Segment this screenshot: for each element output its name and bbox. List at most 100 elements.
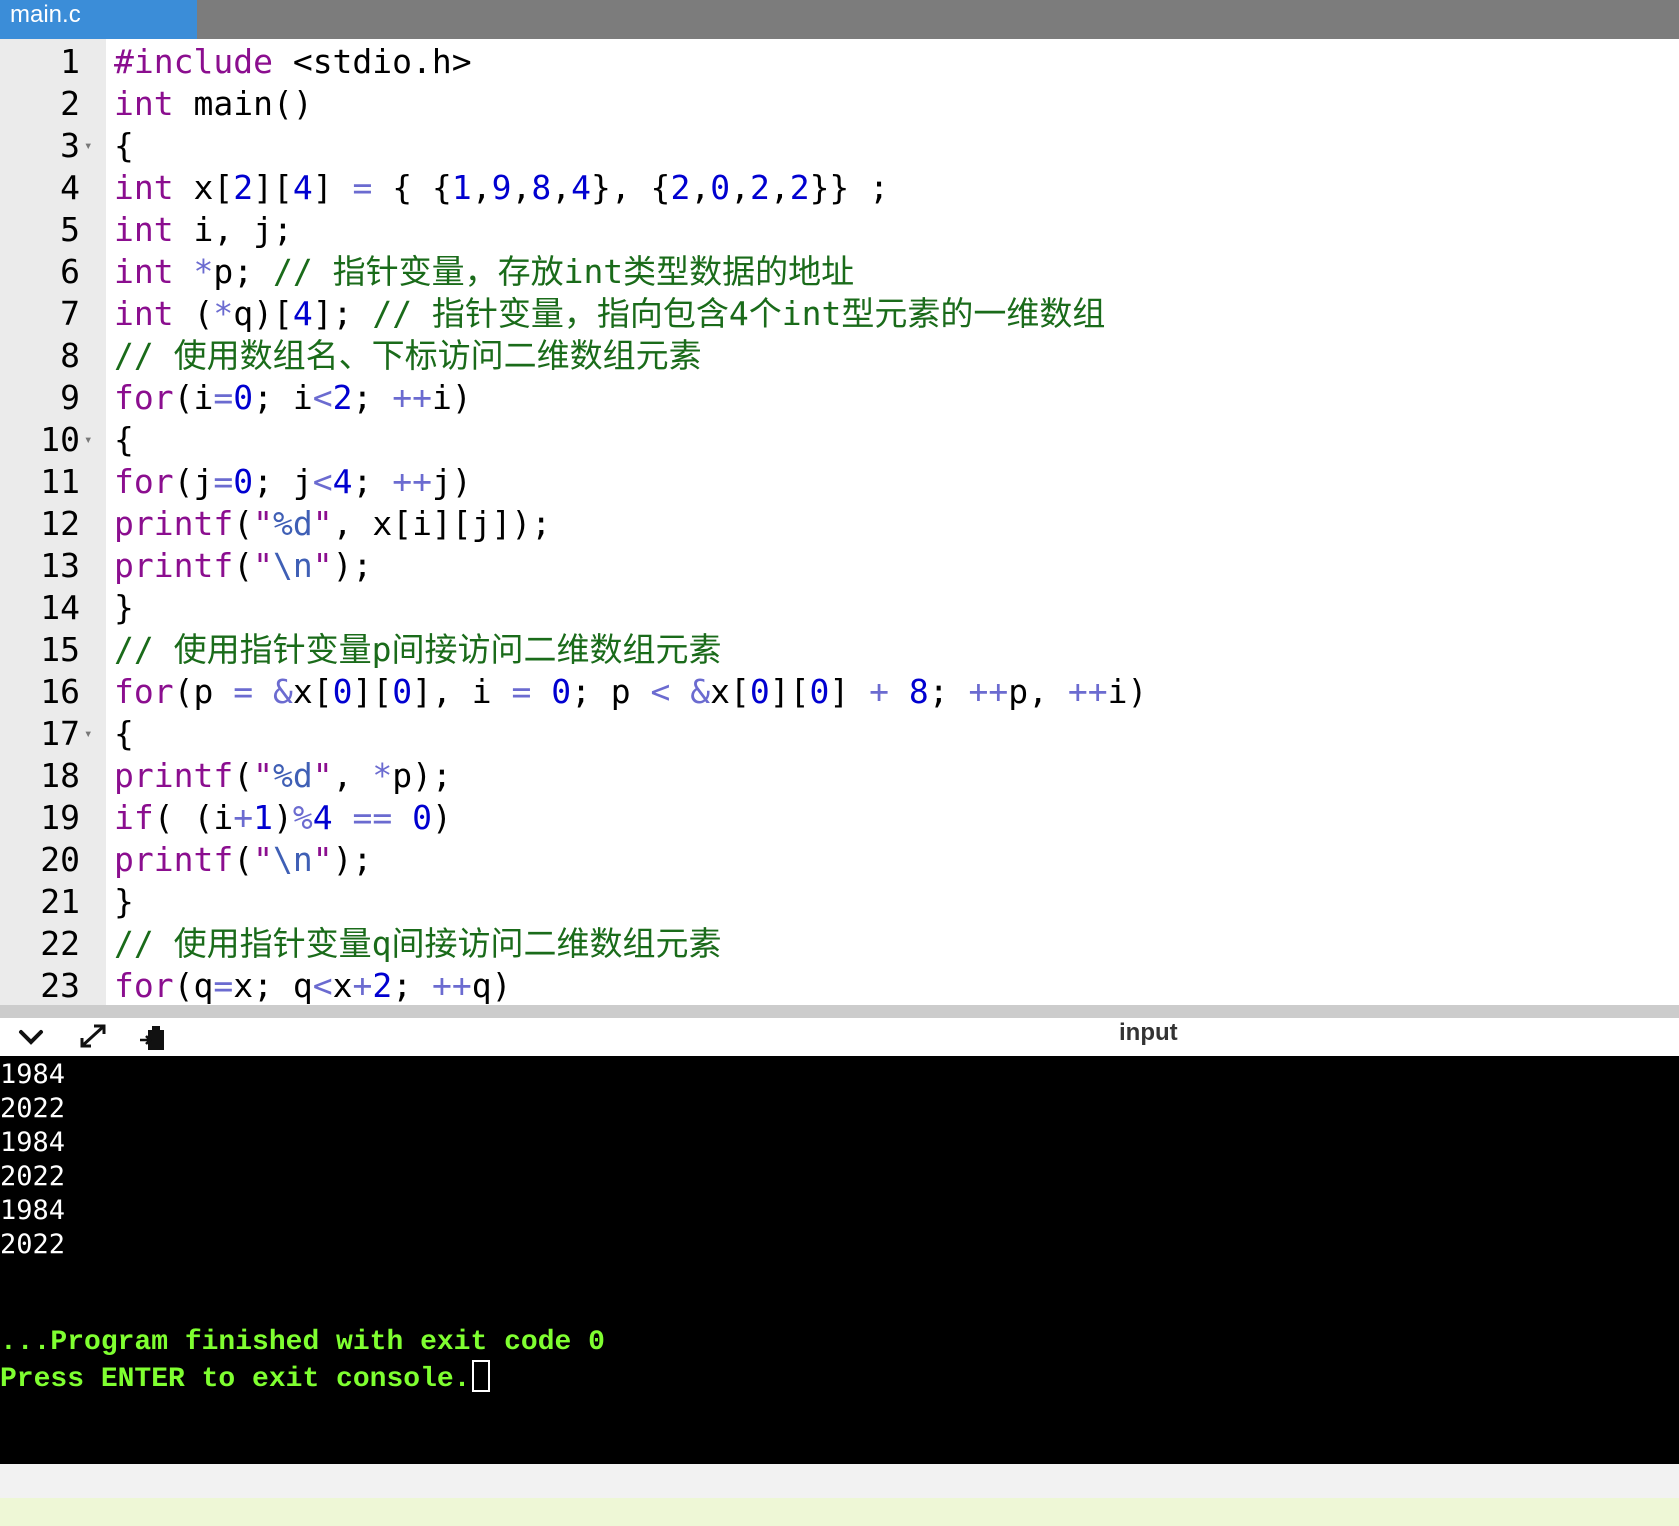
token-op: * [213, 294, 234, 333]
token-txt: }, { [590, 168, 671, 207]
code-line[interactable]: 2 int main() [0, 83, 1679, 125]
token-txt: <stdio.h> [272, 42, 472, 81]
token-num: 4 [312, 798, 333, 837]
token-num: 0 [392, 672, 413, 711]
code-line[interactable]: 12 printf("%d", x[i][j]); [0, 503, 1679, 545]
exit-prompt-message: Press ENTER to exit console. [0, 1364, 471, 1395]
code-text: // 使用指针变量p间接访问二维数组元素 [114, 629, 721, 671]
code-line[interactable]: 4 int x[2][4] = { {1,9,8,4}, {2,0,2,2}} ; [0, 167, 1679, 209]
console-output[interactable]: 1984 2022 1984 2022 1984 2022 ...Program fini… [0, 1056, 1679, 1464]
token-num: 4 [292, 294, 313, 333]
console-tab-input[interactable]: input [1119, 1018, 1178, 1048]
token-num: 1 [451, 168, 472, 207]
token-op: + [233, 798, 254, 837]
code-line[interactable]: 15 // 使用指针变量p间接访问二维数组元素 [0, 629, 1679, 671]
token-op: < [312, 378, 333, 417]
token-op: = [213, 378, 234, 417]
line-number: 3 [60, 126, 80, 165]
output-line: 1984 [0, 1127, 66, 1158]
token-txt: , [551, 168, 572, 207]
token-txt: ( [233, 756, 254, 795]
fold-arrow-icon[interactable]: ▾ [84, 419, 100, 461]
token-str: " [253, 840, 273, 879]
token-cm: // 使用指针变量p间接访问二维数组元素 [114, 630, 722, 669]
token-op: ++ [1067, 672, 1108, 711]
token-kw: int [114, 84, 174, 123]
code-text: } [114, 587, 134, 629]
code-line[interactable]: 23 for(q=x; q<x+2; ++q) [0, 965, 1679, 1005]
tab-main-c[interactable]: main.c [0, 0, 197, 39]
code-line[interactable]: 6 int *p; // 指针变量，存放int类型数据的地址 [0, 251, 1679, 293]
code-line[interactable]: 16 for(p = &x[0][0], i = 0; p < &x[0][0] … [0, 671, 1679, 713]
token-txt: x; q [233, 966, 313, 1005]
token-num: 2 [233, 168, 254, 207]
line-number: 19 [40, 798, 80, 837]
token-txt: ; [352, 462, 393, 501]
panel-divider[interactable] [0, 1005, 1679, 1018]
code-line[interactable]: 20 printf("\n"); [0, 839, 1679, 881]
token-txt: q) [471, 966, 512, 1005]
code-line[interactable]: 22 // 使用指针变量q间接访问二维数组元素 [0, 923, 1679, 965]
terminal-cursor[interactable] [472, 1360, 491, 1392]
code-line[interactable]: 11 for(j=0; j<4; ++j) [0, 461, 1679, 503]
code-line[interactable]: 9 for(i=0; i<2; ++i) [0, 377, 1679, 419]
token-txt: ) [272, 798, 293, 837]
token-txt: , [769, 168, 790, 207]
token-op: == [352, 798, 393, 837]
token-num: 0 [551, 672, 572, 711]
exit-code-message: ...Program finished with exit code 0 [0, 1327, 605, 1358]
copy-icon[interactable] [136, 1022, 170, 1052]
code-line[interactable]: 3 ▾ { [0, 125, 1679, 167]
token-op: = [233, 672, 254, 711]
fold-arrow-icon[interactable]: ▾ [84, 713, 100, 755]
line-number: 2 [60, 84, 80, 123]
code-text: for(p = &x[0][0], i = 0; p < &x[0][0] + … [114, 671, 1147, 713]
code-line[interactable]: 13 printf("\n"); [0, 545, 1679, 587]
code-line[interactable]: 18 printf("%d", *p); [0, 755, 1679, 797]
token-txt: ][ [352, 672, 393, 711]
code-text: int *p; // 指针变量，存放int类型数据的地址 [114, 251, 854, 293]
line-number: 20 [40, 840, 80, 879]
token-op: = [511, 672, 532, 711]
token-txt: { [114, 126, 134, 165]
chevron-down-icon[interactable] [14, 1022, 48, 1052]
token-esc: \n [272, 840, 313, 879]
token-num: 4 [292, 168, 313, 207]
token-txt: ( [233, 546, 254, 585]
token-esc: %d [272, 756, 313, 795]
token-txt: p); [392, 756, 452, 795]
token-num: 2 [332, 378, 353, 417]
code-line[interactable]: 8 // 使用数组名、下标访问二维数组元素 [0, 335, 1679, 377]
code-text: // 使用数组名、下标访问二维数组元素 [114, 335, 702, 377]
code-line[interactable]: 7 int (*q)[4]; // 指针变量，指向包含4个int型元素的一维数组 [0, 293, 1679, 335]
code-line[interactable]: 14} [0, 587, 1679, 629]
code-line[interactable]: 10 ▾ { [0, 419, 1679, 461]
token-op: + [352, 966, 373, 1005]
fold-arrow-icon[interactable]: ▾ [84, 125, 100, 167]
token-cm: // 使用数组名、下标访问二维数组元素 [114, 336, 702, 375]
code-line[interactable]: 19 if( (i+1)%4 == 0) [0, 797, 1679, 839]
token-fn: printf [114, 546, 234, 585]
line-number: 11 [40, 462, 80, 501]
line-number: 12 [40, 504, 80, 543]
token-str: " [312, 504, 333, 543]
token-txt: x[ [710, 672, 750, 711]
code-text: for(j=0; j<4; ++j) [114, 461, 472, 503]
code-line[interactable]: 1 #include <stdio.h> [0, 41, 1679, 83]
token-num: 0 [412, 798, 432, 837]
token-txt: ; [392, 966, 432, 1005]
token-txt: , [471, 168, 492, 207]
token-txt: ( [173, 294, 214, 333]
output-line: 1984 [0, 1195, 66, 1226]
token-txt: ; j [253, 462, 313, 501]
expand-icon[interactable] [76, 1022, 110, 1052]
token-txt: { [114, 714, 134, 753]
token-pp: #include [114, 42, 273, 81]
code-line[interactable]: 17 ▾ { [0, 713, 1679, 755]
code-editor[interactable]: 1 #include <stdio.h> 2 int main() 3 ▾{4 int x[… [0, 39, 1679, 1005]
code-line[interactable]: 5 int i, j; [0, 209, 1679, 251]
code-line[interactable]: 21} [0, 881, 1679, 923]
token-cm: // 使用指针变量q间接访问二维数组元素 [114, 924, 722, 963]
code-text: { [114, 419, 134, 461]
